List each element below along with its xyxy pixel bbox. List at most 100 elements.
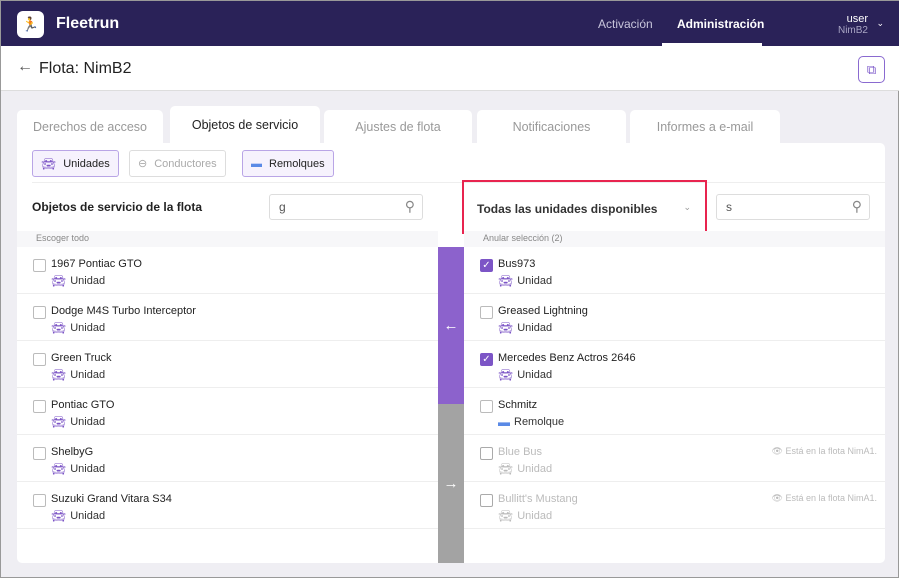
checkbox[interactable]	[33, 259, 46, 272]
item-name: Bus973	[498, 258, 536, 270]
item-name: Bullitt's Mustang	[498, 493, 578, 505]
item-name: Pontiac GTO	[51, 399, 115, 411]
list-item[interactable]: Blue Bus 🚘︎ Unidad 👁︎ Está en la flota Ni…	[464, 435, 885, 482]
copy-button[interactable]: ⧉	[858, 56, 885, 83]
eye-icon: 👁︎	[771, 446, 783, 456]
list-item[interactable]: Greased Lightning 🚘︎ Unidad	[464, 294, 885, 341]
car-icon: 🚘︎	[41, 156, 57, 171]
car-icon: 🚘︎	[498, 368, 514, 382]
list-item[interactable]: Pontiac GTO 🚘︎ Unidad	[17, 388, 438, 435]
item-name: Mercedes Benz Actros 2646	[498, 352, 636, 364]
trailer-icon: ▬	[498, 415, 510, 429]
filter-conductores[interactable]: ⊖ Conductores	[129, 150, 226, 177]
item-type: Unidad	[517, 369, 553, 381]
list-item[interactable]: Schmitz ▬ Remolque	[464, 388, 885, 435]
checkbox[interactable]	[33, 306, 46, 319]
checkbox[interactable]	[33, 400, 46, 413]
checkbox[interactable]	[480, 306, 493, 319]
filter-unidades[interactable]: 🚘︎ Unidades	[32, 150, 119, 177]
list-item[interactable]: ✓ Bus973 🚘︎ Unidad	[464, 247, 885, 294]
checkbox[interactable]	[480, 494, 493, 507]
car-icon: 🚘︎	[51, 368, 67, 382]
user-menu[interactable]: user NimB2	[838, 13, 868, 37]
select-all-link[interactable]: Escoger todo	[17, 231, 438, 247]
dropdown-value: Todas las unidades disponibles	[477, 202, 658, 216]
car-icon: 🚘︎	[51, 462, 67, 476]
nav-administracion[interactable]: Administración	[677, 17, 764, 31]
checkbox[interactable]	[480, 447, 493, 460]
user-fleet: NimB2	[837, 25, 868, 36]
right-list: ✓ Bus973 🚘︎ Unidad Greased Lightning 🚘︎ Un…	[464, 247, 885, 529]
list-item[interactable]: Bullitt's Mustang 🚘︎ Unidad 👁︎ Está en la…	[464, 482, 885, 529]
checkbox[interactable]	[33, 447, 46, 460]
list-item[interactable]: Green Truck 🚘︎ Unidad	[17, 341, 438, 388]
left-title: Objetos de servicio de la flota	[32, 200, 203, 214]
car-icon: 🚘︎	[51, 415, 67, 429]
item-name: Dodge M4S Turbo Interceptor	[51, 305, 196, 317]
service-objects-panel: 🚘︎ Unidades ⊖ Conductores ▬ Remolques Objet…	[17, 143, 885, 563]
nav-activacion[interactable]: Activación	[598, 17, 653, 31]
move-right-button[interactable]: →	[438, 404, 464, 563]
deselect-link[interactable]: Anular selección (2)	[464, 231, 885, 247]
fleet-note: Está en la flota NimA1.	[785, 493, 877, 503]
list-item[interactable]: ✓ Mercedes Benz Actros 2646 🚘︎ Unidad	[464, 341, 885, 388]
filter-label: Conductores	[154, 157, 217, 170]
chevron-down-icon: ⌄	[683, 202, 691, 212]
chevron-down-icon[interactable]: ⌄	[876, 18, 884, 29]
tab-ajustes-de-flota[interactable]: Ajustes de flota	[324, 110, 472, 144]
tab-informes-email[interactable]: Informes a e-mail	[630, 110, 780, 144]
arrow-left-icon: ←	[443, 317, 459, 334]
app-logo[interactable]: 🏃	[17, 11, 44, 38]
item-type: Unidad	[517, 510, 553, 522]
eye-icon: 👁︎	[771, 493, 783, 503]
filter-label: Remolques	[269, 157, 325, 170]
steering-wheel-icon: ⊖	[138, 158, 148, 170]
list-item[interactable]: ShelbyG 🚘︎ Unidad	[17, 435, 438, 482]
list-item[interactable]: Dodge M4S Turbo Interceptor 🚘︎ Unidad	[17, 294, 438, 341]
transfer-controls: ← →	[438, 247, 464, 563]
search-icon: ⚲	[404, 198, 415, 214]
list-item[interactable]: 1967 Pontiac GTO 🚘︎ Unidad	[17, 247, 438, 294]
checkbox[interactable]: ✓	[480, 259, 493, 272]
availability-dropdown[interactable]: Todas las unidades disponibles ⌄	[462, 180, 707, 234]
search-icon: ⚲	[851, 198, 862, 214]
item-type: Unidad	[517, 275, 553, 287]
checkbox[interactable]	[33, 494, 46, 507]
car-icon: 🚘︎	[51, 509, 67, 523]
tab-derechos-de-acceso[interactable]: Derechos de acceso	[17, 110, 163, 144]
move-left-button[interactable]: ←	[438, 247, 464, 404]
back-arrow-icon[interactable]: ←	[17, 58, 33, 76]
copy-icon: ⧉	[866, 61, 877, 77]
item-type: Unidad	[70, 275, 106, 287]
item-type: Unidad	[70, 463, 106, 475]
arrow-right-icon: →	[443, 475, 459, 492]
brand-name: Fleetrun	[56, 15, 120, 32]
car-icon: 🚘︎	[51, 274, 67, 288]
item-name: Greased Lightning	[498, 305, 588, 317]
item-type: Unidad	[70, 510, 106, 522]
left-list: 1967 Pontiac GTO 🚘︎ Unidad Dodge M4S Turb…	[17, 247, 438, 529]
item-name: Blue Bus	[498, 446, 543, 458]
checkbox[interactable]	[33, 353, 46, 366]
left-search-input[interactable]: g ⚲	[269, 194, 423, 220]
right-search-input[interactable]: s ⚲	[716, 194, 870, 220]
item-name: ShelbyG	[51, 446, 94, 458]
item-name: Suzuki Grand Vitara S34	[51, 493, 172, 505]
search-value: g	[279, 200, 286, 214]
list-item[interactable]: Suzuki Grand Vitara S34 🚘︎ Unidad	[17, 482, 438, 529]
tab-notificaciones[interactable]: Notificaciones	[477, 110, 626, 144]
car-icon: 🚘︎	[498, 509, 514, 523]
page-title: Flota: NimB2	[39, 60, 132, 77]
item-name: Schmitz	[498, 399, 538, 411]
page-header: ← Flota: NimB2 ⧉	[1, 46, 899, 91]
item-type: Unidad	[70, 322, 106, 334]
item-name: 1967 Pontiac GTO	[51, 258, 142, 270]
divider	[32, 182, 885, 183]
top-bar: 🏃 Fleetrun Activación Administración use…	[1, 1, 899, 46]
car-icon: 🚘︎	[51, 321, 67, 335]
filter-remolques[interactable]: ▬ Remolques	[242, 150, 334, 177]
checkbox[interactable]	[480, 400, 493, 413]
item-type: Unidad	[517, 463, 553, 475]
tab-objetos-de-servicio[interactable]: Objetos de servicio	[170, 106, 320, 144]
checkbox[interactable]: ✓	[480, 353, 493, 366]
